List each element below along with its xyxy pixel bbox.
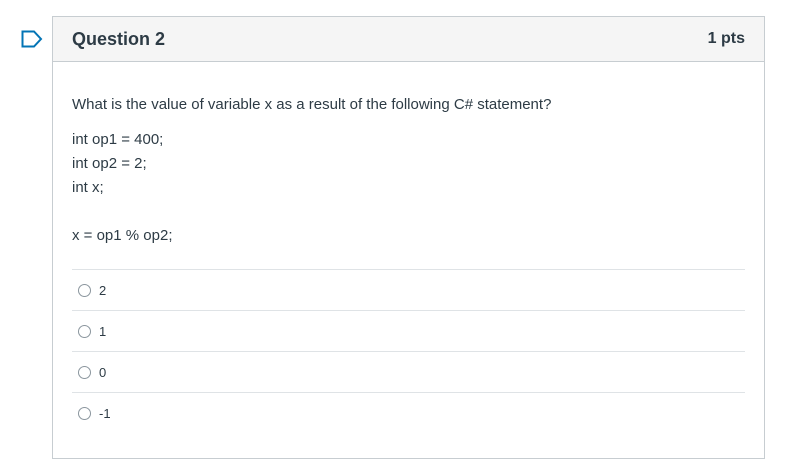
question-header: Question 2 1 pts [53,17,764,62]
code-line: int op2 = 2; [72,155,147,172]
answer-option[interactable]: 1 [72,311,745,352]
answer-option[interactable]: 0 [72,352,745,393]
question-prompt: What is the value of variable x as a res… [72,96,552,113]
question-body: What is the value of variable x as a res… [53,62,764,434]
answer-label[interactable]: 0 [99,365,106,380]
answer-list: 2 1 0 -1 [72,269,745,434]
question-title: Question 2 [72,28,166,49]
flag-question-icon[interactable] [21,30,43,48]
question-card: Question 2 1 pts What is the value of va… [52,16,765,459]
code-line: int op1 = 400; [72,131,164,148]
answer-option[interactable]: 2 [72,270,745,311]
radio-button[interactable] [78,365,91,379]
answer-label[interactable]: 2 [99,283,106,298]
answer-label[interactable]: 1 [99,324,106,339]
answer-option[interactable]: -1 [72,393,745,434]
code-spacer [72,200,745,224]
code-line: int x; [72,179,104,196]
radio-button[interactable] [78,324,91,338]
answer-label[interactable]: -1 [99,406,111,421]
radio-button[interactable] [78,283,91,297]
question-points: 1 pts [707,30,745,47]
radio-button[interactable] [78,407,91,420]
code-statement: x = op1 % op2; [72,227,173,244]
